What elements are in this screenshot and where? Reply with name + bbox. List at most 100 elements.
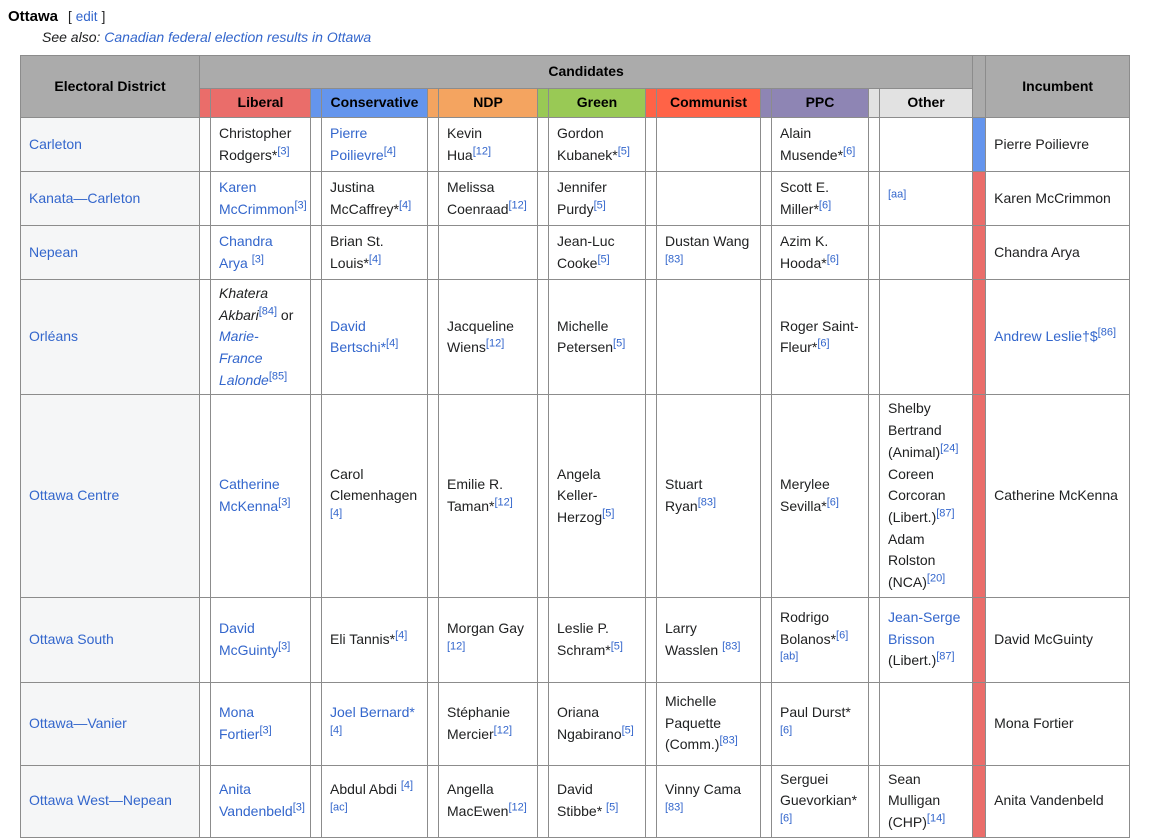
ref-link[interactable]: [84] — [259, 305, 277, 317]
ref-link[interactable]: [5] — [597, 253, 609, 265]
footnote-ref[interactable]: [83] — [698, 496, 716, 508]
footnote-ref[interactable]: [83] — [665, 253, 683, 265]
ref-link[interactable]: [aa] — [888, 188, 906, 200]
footnote-ref[interactable]: [6] — [819, 199, 831, 211]
candidate-link[interactable]: David McGuinty — [219, 620, 278, 658]
footnote-ref[interactable]: [12] — [494, 496, 512, 508]
district-link[interactable]: Ottawa—Vanier — [29, 715, 127, 731]
footnote-ref[interactable]: [83] — [719, 735, 737, 747]
footnote-ref[interactable]: [5] — [613, 338, 625, 350]
footnote-ref[interactable]: [6] — [827, 496, 839, 508]
footnote-ref[interactable]: [12] — [447, 640, 465, 652]
footnote-ref[interactable]: [86] — [1098, 327, 1116, 339]
ref-link[interactable]: [3] — [294, 199, 306, 211]
footnote-ref[interactable]: [3] — [252, 253, 264, 265]
ref-link[interactable]: [4] — [399, 199, 411, 211]
footnote-ref[interactable]: [84] — [259, 305, 277, 317]
footnote-ref[interactable]: [12] — [508, 802, 526, 814]
candidate-link[interactable]: Joel Bernard* — [330, 704, 415, 720]
candidate-link[interactable]: Karen McCrimmon — [219, 179, 294, 217]
ref-link[interactable]: [12] — [486, 338, 504, 350]
ref-link[interactable]: [ac] — [330, 802, 348, 814]
footnote-ref[interactable]: [3] — [293, 802, 305, 814]
footnote-ref[interactable]: [87] — [936, 651, 954, 663]
ref-link[interactable]: [6] — [827, 496, 839, 508]
ref-link[interactable]: [4] — [330, 724, 342, 736]
ref-link[interactable]: [4] — [401, 780, 413, 792]
footnote-ref[interactable]: [4] — [399, 199, 411, 211]
footnote-ref[interactable]: [3] — [294, 199, 306, 211]
footnote-ref[interactable]: [aa] — [888, 188, 906, 200]
candidate-link[interactable]: Catherine McKenna — [219, 476, 280, 514]
footnote-ref[interactable]: [14] — [927, 812, 945, 824]
ref-link[interactable]: [3] — [259, 724, 271, 736]
footnote-ref[interactable]: [6] — [780, 724, 792, 736]
footnote-ref[interactable]: [4] — [395, 629, 407, 641]
ref-link[interactable]: [87] — [936, 651, 954, 663]
footnote-ref[interactable]: [4] — [386, 338, 398, 350]
ref-link[interactable]: [5] — [622, 724, 634, 736]
ref-link[interactable]: [83] — [665, 802, 683, 814]
candidate-link[interactable]: Andrew Leslie†$ — [994, 328, 1098, 344]
ref-link[interactable]: [12] — [447, 640, 465, 652]
ref-link[interactable]: [4] — [369, 253, 381, 265]
candidate-link[interactable]: Jean-Serge Brisson — [888, 609, 960, 647]
footnote-ref[interactable]: [83] — [665, 802, 683, 814]
ref-link[interactable]: [5] — [602, 507, 614, 519]
ref-link[interactable]: [5] — [613, 338, 625, 350]
footnote-ref[interactable]: [4] — [401, 780, 413, 792]
ref-link[interactable]: [87] — [936, 507, 954, 519]
district-link[interactable]: Ottawa West—Nepean — [29, 792, 172, 808]
ref-link[interactable]: [6] — [836, 629, 848, 641]
footnote-ref[interactable]: [24] — [940, 442, 958, 454]
ref-link[interactable]: [4] — [395, 629, 407, 641]
ref-link[interactable]: [6] — [780, 812, 792, 824]
ref-link[interactable]: [6] — [817, 338, 829, 350]
footnote-ref[interactable]: [6] — [817, 338, 829, 350]
footnote-ref[interactable]: [3] — [277, 145, 289, 157]
ref-link[interactable]: [12] — [508, 802, 526, 814]
footnote-ref[interactable]: [85] — [269, 370, 287, 382]
ref-link[interactable]: [4] — [386, 338, 398, 350]
footnote-ref[interactable]: [5] — [597, 253, 609, 265]
candidate-link[interactable]: Mona Fortier — [219, 704, 259, 742]
ref-link[interactable]: [24] — [940, 442, 958, 454]
footnote-ref[interactable]: [5] — [618, 145, 630, 157]
footnote-ref[interactable]: [4] — [384, 145, 396, 157]
footnote-ref[interactable]: [5] — [606, 802, 618, 814]
candidate-link[interactable]: David Bertschi* — [330, 318, 386, 356]
ref-link[interactable]: [5] — [618, 145, 630, 157]
ref-link[interactable]: [12] — [473, 145, 491, 157]
footnote-ref[interactable]: [12] — [486, 338, 504, 350]
ref-link[interactable]: [83] — [698, 496, 716, 508]
district-link[interactable]: Ottawa Centre — [29, 487, 119, 503]
footnote-ref[interactable]: [12] — [494, 724, 512, 736]
candidate-link[interactable]: Anita Vandenbeld — [219, 781, 293, 819]
ref-link[interactable]: [3] — [252, 253, 264, 265]
footnote-ref[interactable]: [83] — [722, 640, 740, 652]
ref-link[interactable]: [3] — [293, 802, 305, 814]
ref-link[interactable]: [12] — [494, 724, 512, 736]
ref-link[interactable]: [12] — [494, 496, 512, 508]
footnote-ref[interactable]: [12] — [473, 145, 491, 157]
ref-link[interactable]: [3] — [278, 496, 290, 508]
district-link[interactable]: Orléans — [29, 328, 78, 344]
footnote-ref[interactable]: [6] — [843, 145, 855, 157]
ref-link[interactable]: [83] — [665, 253, 683, 265]
ref-link[interactable]: [20] — [927, 572, 945, 584]
ref-link[interactable]: [86] — [1098, 327, 1116, 339]
footnote-ref[interactable]: [5] — [602, 507, 614, 519]
ref-link[interactable]: [83] — [722, 640, 740, 652]
footnote-ref[interactable]: [4] — [330, 724, 342, 736]
footnote-ref[interactable]: [6] — [836, 629, 848, 641]
ref-link[interactable]: [6] — [819, 199, 831, 211]
candidate-link[interactable]: Marie-France Lalonde — [219, 328, 269, 387]
candidate-link[interactable]: Pierre Poilievre — [330, 125, 384, 163]
footnote-ref[interactable]: [6] — [780, 812, 792, 824]
footnote-ref[interactable]: [20] — [927, 572, 945, 584]
footnote-ref[interactable]: [6] — [827, 253, 839, 265]
footnote-ref[interactable]: [87] — [936, 507, 954, 519]
footnote-ref[interactable]: [5] — [622, 724, 634, 736]
footnote-ref[interactable]: [3] — [278, 496, 290, 508]
hatnote-link[interactable]: Canadian federal election results in Ott… — [104, 29, 371, 45]
